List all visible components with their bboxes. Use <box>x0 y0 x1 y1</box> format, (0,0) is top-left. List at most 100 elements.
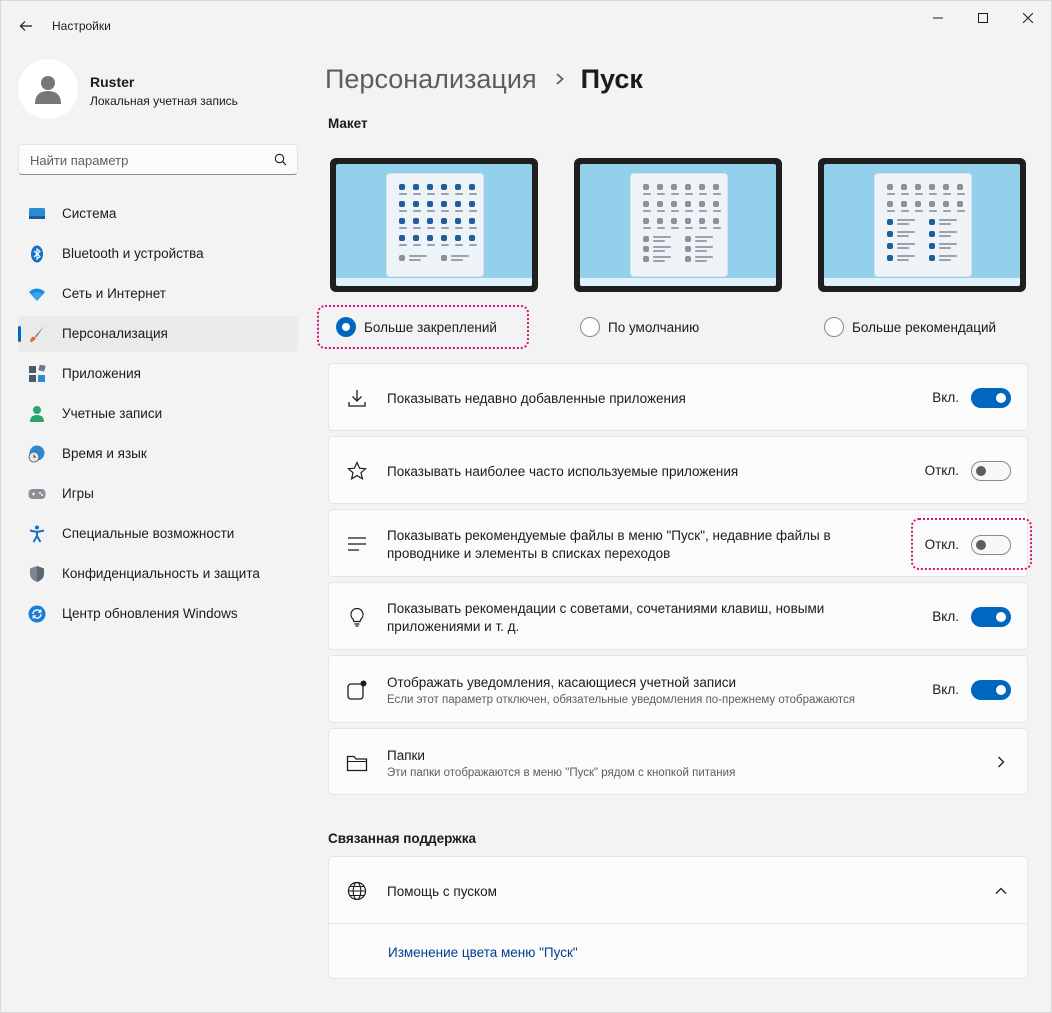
sidebar-item-apps[interactable]: Приложения <box>18 356 298 392</box>
radio-button[interactable] <box>580 317 600 337</box>
setting-title: Показывать недавно добавленные приложени… <box>387 391 686 406</box>
notification-icon <box>345 678 369 702</box>
account-icon <box>30 406 44 422</box>
radio-default[interactable]: По умолчанию <box>580 314 699 340</box>
title-bar: Настройки <box>1 1 1052 49</box>
toggle-state-label: Откл. <box>924 463 959 478</box>
star-icon <box>345 459 369 483</box>
setting-folders[interactable]: Папки Эти папки отображаются в меню "Пус… <box>328 728 1028 795</box>
sidebar-item-network[interactable]: Сеть и Интернет <box>18 276 298 312</box>
toggle-switch[interactable] <box>971 461 1011 481</box>
radio-label: По умолчанию <box>608 319 700 335</box>
minimize-icon <box>933 17 943 19</box>
start-menu-preview <box>630 173 728 277</box>
setting-account-notifications: Отображать уведомления, касающиеся учетн… <box>328 655 1028 723</box>
sidebar-item-label: Сеть и Интернет <box>62 286 166 301</box>
radio-button[interactable] <box>336 317 356 337</box>
toggle-state-label: Вкл. <box>932 682 959 697</box>
sidebar-item-accounts[interactable]: Учетные записи <box>18 396 298 432</box>
setting-most-used: Показывать наиболее часто используемые п… <box>328 436 1028 504</box>
sidebar-item-time-language[interactable]: Время и язык <box>18 436 298 472</box>
globe-clock-icon <box>28 445 45 463</box>
help-header[interactable]: Помощь с пуском <box>329 857 1027 924</box>
bluetooth-icon <box>31 245 43 263</box>
close-button[interactable] <box>1005 1 1051 35</box>
shield-icon <box>30 566 44 582</box>
help-title: Помощь с пуском <box>387 884 497 899</box>
toggle-switch[interactable] <box>971 607 1011 627</box>
chevron-right-icon <box>555 72 565 86</box>
sidebar-item-label: Игры <box>62 486 94 501</box>
gamepad-icon <box>28 489 46 499</box>
sidebar-item-label: Bluetooth и устройства <box>62 246 204 261</box>
search-input[interactable]: Найти параметр <box>18 144 298 175</box>
maximize-button[interactable] <box>960 1 1006 35</box>
maximize-icon <box>978 13 988 23</box>
setting-title: Показывать рекомендации с советами, соче… <box>387 600 824 636</box>
avatar <box>18 59 78 119</box>
support-card: Помощь с пуском Изменение цвета меню "Пу… <box>328 856 1028 979</box>
start-menu-preview <box>874 173 972 277</box>
setting-subtitle: Если этот параметр отключен, обязательны… <box>387 694 855 706</box>
sidebar-item-label: Время и язык <box>62 446 147 461</box>
sidebar-item-privacy[interactable]: Конфиденциальность и защита <box>18 556 298 592</box>
start-menu-preview <box>386 173 484 277</box>
chevron-up-icon <box>993 883 1009 899</box>
layout-preview-screen <box>336 164 532 286</box>
back-arrow-icon <box>19 21 32 31</box>
breadcrumb: Персонализация Пуск <box>325 59 643 99</box>
sidebar-item-accessibility[interactable]: Специальные возможности <box>18 516 298 552</box>
setting-title-line: Показывать рекомендуемые файлы в меню "П… <box>387 528 831 543</box>
highlight-marker <box>911 518 1032 570</box>
setting-title-line: Папки <box>387 748 425 763</box>
search-placeholder: Найти параметр <box>30 153 129 168</box>
sidebar-item-label: Центр обновления Windows <box>62 606 238 621</box>
radio-more-recommendations[interactable]: Больше рекомендаций <box>824 314 996 340</box>
radio-label: Больше закреплений <box>364 319 497 335</box>
close-icon <box>1023 13 1033 23</box>
layout-preview-default[interactable] <box>574 158 782 292</box>
radio-button[interactable] <box>824 317 844 337</box>
sidebar-item-gaming[interactable]: Игры <box>18 476 298 512</box>
user-avatar-icon <box>35 76 61 104</box>
setting-title-line: Показывать рекомендации с советами, соче… <box>387 601 825 616</box>
sidebar-item-bluetooth[interactable]: Bluetooth и устройства <box>18 236 298 272</box>
setting-subtitle: Эти папки отображаются в меню "Пуск" ряд… <box>387 767 736 779</box>
setting-tips-recommendations: Показывать рекомендации с советами, соче… <box>328 582 1028 650</box>
folder-icon <box>345 751 369 775</box>
setting-title-line: приложениями и т. д. <box>387 619 520 634</box>
sidebar-item-personalization[interactable]: Персонализация <box>18 316 298 352</box>
brush-icon <box>30 326 44 342</box>
back-button[interactable] <box>11 11 41 41</box>
user-profile[interactable]: Ruster Локальная учетная запись <box>18 59 298 119</box>
sidebar-item-system[interactable]: Система <box>18 196 298 232</box>
setting-title: Показывать рекомендуемые файлы в меню "П… <box>387 527 831 563</box>
radio-more-pins[interactable]: Больше закреплений <box>336 314 497 340</box>
layout-preview-more-recommendations[interactable] <box>818 158 1026 292</box>
search-icon <box>274 153 287 166</box>
sidebar-item-windows-update[interactable]: Центр обновления Windows <box>18 596 298 632</box>
layout-preview-more-pins[interactable] <box>330 158 538 292</box>
setting-title: Папки Эти папки отображаются в меню "Пус… <box>387 747 735 781</box>
layout-section-title: Макет <box>328 116 368 131</box>
sidebar-nav: Система Bluetooth и устройства Сеть и Ин… <box>18 196 298 636</box>
sidebar-item-label: Приложения <box>62 366 141 381</box>
lightbulb-icon <box>345 605 369 629</box>
sidebar-item-label: Специальные возможности <box>62 526 235 541</box>
setting-title-line: проводнике и элементы в списках переходо… <box>387 546 671 561</box>
setting-title-line: Отображать уведомления, касающиеся учетн… <box>387 675 737 690</box>
support-link[interactable]: Изменение цвета меню "Пуск" <box>388 945 578 960</box>
download-icon <box>345 386 369 410</box>
toggle-switch[interactable] <box>971 680 1011 700</box>
minimize-button[interactable] <box>915 1 961 35</box>
layout-preview-screen <box>824 164 1020 286</box>
breadcrumb-parent[interactable]: Персонализация <box>325 64 537 95</box>
setting-title: Показывать наиболее часто используемые п… <box>387 464 739 479</box>
accessibility-icon <box>29 525 45 543</box>
setting-title: Отображать уведомления, касающиеся учетн… <box>387 674 855 708</box>
toggle-switch[interactable] <box>971 388 1011 408</box>
toggle-state-label: Вкл. <box>932 390 959 405</box>
support-section-title: Связанная поддержка <box>328 831 477 846</box>
wifi-icon <box>29 288 45 301</box>
list-icon <box>345 532 369 556</box>
